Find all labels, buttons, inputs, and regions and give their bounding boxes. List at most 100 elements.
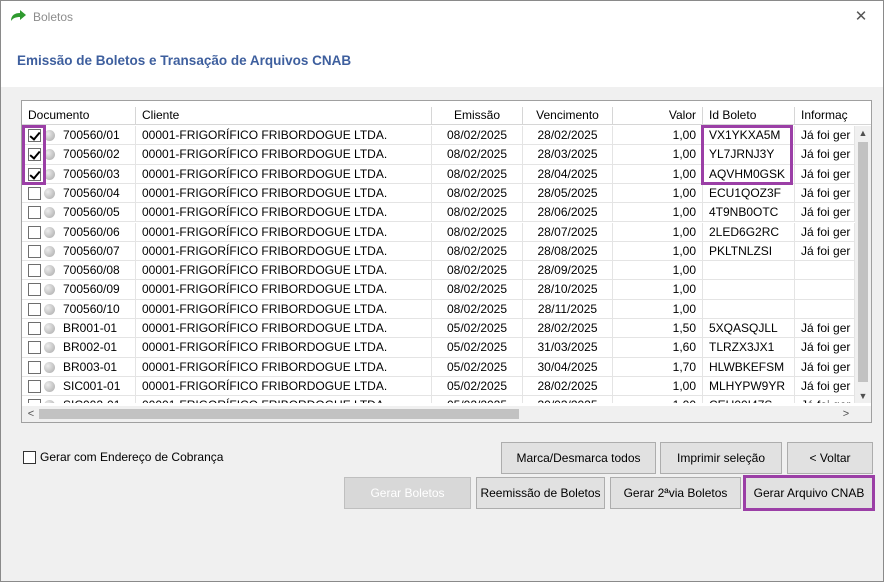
col-header-valor[interactable]: Valor: [613, 107, 703, 125]
emissao-cell: 05/02/2025: [432, 396, 523, 403]
gerar-endereco-option[interactable]: Gerar com Endereço de Cobrança: [23, 449, 223, 465]
table-row[interactable]: 700560/04 00001-FRIGORÍFICO FRIBORDOGUE L…: [22, 183, 855, 204]
marca-desmarca-todos-button[interactable]: Marca/Desmarca todos: [501, 442, 656, 474]
valor-cell: 1,70: [613, 357, 703, 377]
id-boleto-cell: AQVHM0GSK: [703, 164, 795, 184]
table-row[interactable]: 700560/01 00001-FRIGORÍFICO FRIBORDOGUE L…: [22, 126, 855, 146]
table-row[interactable]: BR002-01 00001-FRIGORÍFICO FRIBORDOGUE LT…: [22, 338, 855, 358]
table-row[interactable]: 700560/07 00001-FRIGORÍFICO FRIBORDOGUE L…: [22, 241, 855, 262]
window-title: Boletos: [33, 10, 74, 24]
row-checkbox[interactable]: [28, 360, 41, 374]
table-row[interactable]: SIC001-01 00001-FRIGORÍFICO FRIBORDOGUE L…: [22, 376, 855, 397]
emissao-cell: 05/02/2025: [432, 338, 523, 358]
id-boleto-cell: VX1YKXA5M: [703, 126, 795, 145]
row-checkbox[interactable]: [28, 283, 41, 297]
status-dot-icon: [44, 303, 55, 315]
valor-cell: 1,00: [613, 164, 703, 184]
row-checkbox[interactable]: [28, 341, 41, 355]
cliente-cell: 00001-FRIGORÍFICO FRIBORDOGUE LTDA.: [136, 183, 432, 203]
info-cell: [795, 299, 855, 319]
col-header-id-boleto[interactable]: Id Boleto: [703, 107, 795, 125]
table-row[interactable]: BR003-01 00001-FRIGORÍFICO FRIBORDOGUE LT…: [22, 357, 855, 377]
table-row[interactable]: BR001-01 00001-FRIGORÍFICO FRIBORDOGUE LT…: [22, 319, 855, 339]
row-checkbox[interactable]: [28, 399, 41, 403]
table-row[interactable]: 700560/06 00001-FRIGORÍFICO FRIBORDOGUE L…: [22, 222, 855, 242]
emissao-cell: 08/02/2025: [432, 164, 523, 184]
status-dot-icon: [44, 342, 55, 354]
horizontal-scroll-thumb[interactable]: [39, 409, 519, 419]
col-header-vencimento[interactable]: Vencimento: [523, 107, 613, 125]
scroll-down-icon[interactable]: ▼: [855, 389, 871, 403]
reemissao-boletos-button[interactable]: Reemissão de Boletos: [476, 477, 605, 509]
cliente-cell: 00001-FRIGORÍFICO FRIBORDOGUE LTDA.: [136, 357, 432, 377]
info-cell: Já foi ger: [795, 376, 855, 396]
table-row[interactable]: 700560/02 00001-FRIGORÍFICO FRIBORDOGUE L…: [22, 145, 855, 165]
valor-cell: 1,00: [613, 280, 703, 300]
row-checkbox[interactable]: [28, 167, 41, 181]
cliente-cell: 00001-FRIGORÍFICO FRIBORDOGUE LTDA.: [136, 261, 432, 281]
row-checkbox[interactable]: [28, 186, 41, 200]
valor-cell: 1,50: [613, 319, 703, 338]
vencimento-cell: 28/02/2025: [523, 319, 613, 338]
documento-cell: 700560/01: [22, 126, 136, 145]
valor-cell: 1,00: [613, 241, 703, 261]
vencimento-cell: 28/09/2025: [523, 261, 613, 281]
col-header-documento[interactable]: Documento: [22, 107, 136, 125]
emissao-cell: 05/02/2025: [432, 357, 523, 377]
valor-cell: 1,00: [613, 145, 703, 165]
documento-cell: BR002-01: [22, 338, 136, 358]
documento-cell: 700560/07: [22, 241, 136, 261]
col-header-informacao[interactable]: Informaç: [795, 107, 871, 125]
vencimento-cell: 28/04/2025: [523, 164, 613, 184]
table-row[interactable]: 700560/05 00001-FRIGORÍFICO FRIBORDOGUE L…: [22, 203, 855, 223]
table-row[interactable]: 700560/03 00001-FRIGORÍFICO FRIBORDOGUE L…: [22, 164, 855, 184]
table-row[interactable]: 700560/10 00001-FRIGORÍFICO FRIBORDOGUE L…: [22, 299, 855, 319]
col-header-emissao[interactable]: Emissão: [432, 107, 523, 125]
close-icon[interactable]: ✕: [851, 7, 871, 27]
gerar-endereco-label: Gerar com Endereço de Cobrança: [40, 450, 224, 464]
vencimento-cell: 28/06/2025: [523, 203, 613, 223]
grid-body: 700560/01 00001-FRIGORÍFICO FRIBORDOGUE L…: [22, 126, 855, 403]
horizontal-scrollbar[interactable]: < >: [22, 406, 871, 422]
cliente-cell: 00001-FRIGORÍFICO FRIBORDOGUE LTDA.: [136, 222, 432, 242]
row-checkbox[interactable]: [28, 225, 41, 239]
status-dot-icon: [44, 130, 55, 141]
green-arrow-app-icon: [9, 9, 27, 25]
row-checkbox[interactable]: [28, 206, 41, 220]
vertical-scrollbar[interactable]: ▲ ▼: [855, 126, 871, 403]
info-cell: Já foi ger: [795, 203, 855, 223]
row-checkbox[interactable]: [28, 129, 41, 142]
info-cell: Já foi ger: [795, 338, 855, 358]
row-checkbox[interactable]: [28, 322, 41, 335]
id-boleto-cell: PKLTNLZSI: [703, 241, 795, 261]
scroll-right-icon[interactable]: >: [839, 406, 853, 422]
row-checkbox[interactable]: [28, 244, 41, 258]
row-checkbox[interactable]: [28, 302, 41, 316]
emissao-cell: 08/02/2025: [432, 299, 523, 319]
table-row[interactable]: 700560/08 00001-FRIGORÍFICO FRIBORDOGUE L…: [22, 261, 855, 281]
gerar-endereco-checkbox[interactable]: [23, 450, 36, 464]
gerar-boletos-button[interactable]: Gerar Boletos: [344, 477, 471, 509]
scroll-up-icon[interactable]: ▲: [855, 126, 871, 140]
gerar-segunda-via-button[interactable]: Gerar 2ªvia Boletos: [610, 477, 741, 509]
vencimento-cell: 28/07/2025: [523, 222, 613, 242]
row-checkbox[interactable]: [28, 148, 41, 162]
documento-cell: 700560/04: [22, 183, 136, 203]
id-boleto-cell: [703, 261, 795, 281]
vencimento-cell: 28/10/2025: [523, 280, 613, 300]
vertical-scroll-thumb[interactable]: [858, 142, 868, 382]
table-row[interactable]: 700560/09 00001-FRIGORÍFICO FRIBORDOGUE L…: [22, 280, 855, 300]
voltar-button[interactable]: < Voltar: [787, 442, 873, 474]
boletos-grid[interactable]: Documento Cliente Emissão Vencimento Val…: [21, 100, 872, 423]
cliente-cell: 00001-FRIGORÍFICO FRIBORDOGUE LTDA.: [136, 376, 432, 396]
imprimir-selecao-button[interactable]: Imprimir seleção: [660, 442, 782, 474]
col-header-cliente[interactable]: Cliente: [136, 107, 432, 125]
documento-text: 700560/06: [63, 224, 120, 239]
vencimento-cell: 28/08/2025: [523, 241, 613, 261]
table-row[interactable]: SIC002-01 00001-FRIGORÍFICO FRIBORDOGUE L…: [22, 396, 855, 403]
scroll-left-icon[interactable]: <: [24, 406, 38, 422]
row-checkbox[interactable]: [28, 264, 41, 278]
gerar-arquivo-cnab-button[interactable]: Gerar Arquivo CNAB: [743, 475, 875, 511]
info-cell: Já foi ger: [795, 126, 855, 145]
row-checkbox[interactable]: [28, 379, 41, 393]
